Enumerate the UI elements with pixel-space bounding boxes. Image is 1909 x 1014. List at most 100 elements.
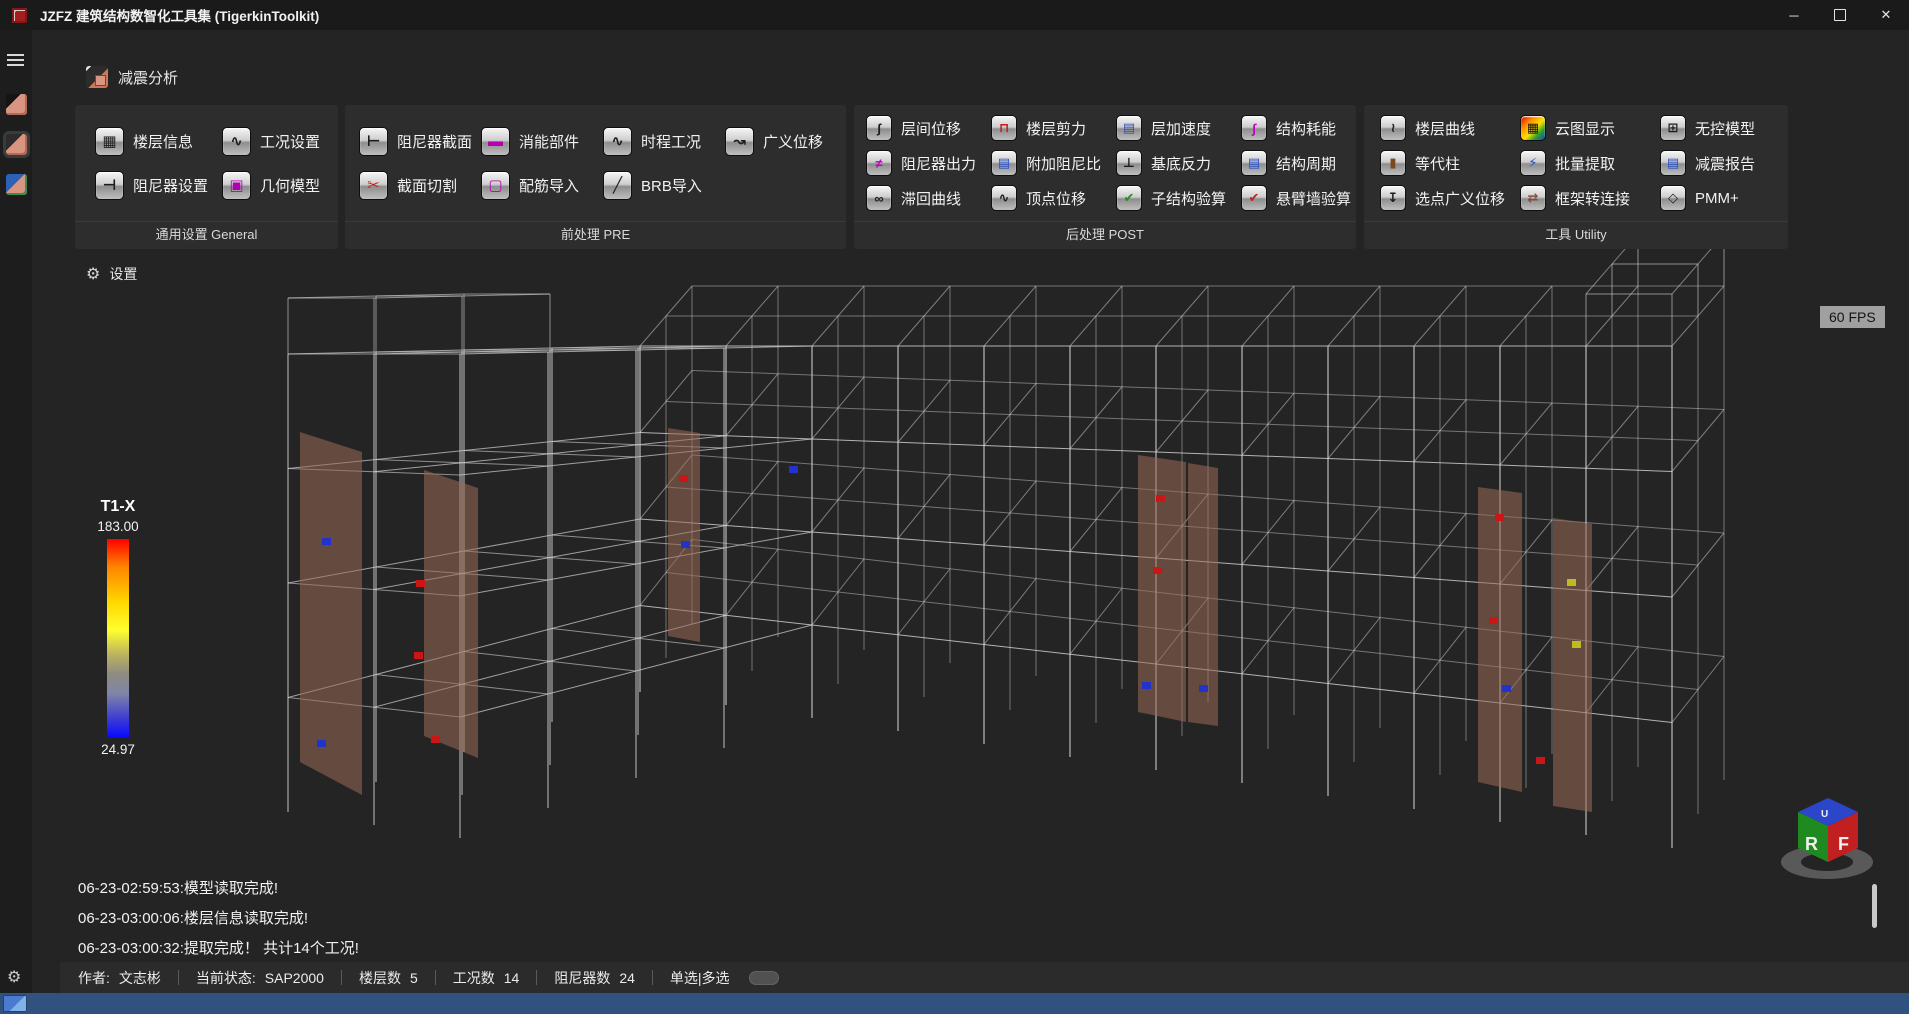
pmm-plus-button[interactable]: ◇PMM+	[1660, 185, 1800, 211]
geometry-model-label: 几何模型	[260, 175, 320, 196]
menu-icon[interactable]	[7, 54, 24, 66]
statusbar-author-value: 文志彬	[119, 968, 161, 988]
close-button[interactable]: ✕	[1863, 0, 1909, 30]
damper-marker-blue	[789, 466, 798, 473]
pmm-plus-label: PMM+	[1695, 190, 1739, 207]
geometry-model-button[interactable]: ▣几何模型	[222, 171, 349, 200]
app-damper-icon[interactable]	[6, 94, 27, 115]
ribbon-group-title: 通用设置 General	[75, 221, 338, 249]
legend-min-value: 24.97	[84, 742, 152, 757]
energy-parts-button[interactable]: ▬消能部件	[481, 127, 603, 156]
equivalent-column-button[interactable]: ▮等代柱	[1380, 150, 1520, 176]
rf-logo-letter: F	[1838, 834, 1849, 854]
section-cut-button[interactable]: ✂截面切割	[359, 171, 481, 200]
load-case-settings-icon: ∿	[222, 127, 251, 156]
equivalent-column-icon: ▮	[1380, 150, 1406, 176]
minimize-button[interactable]: ─	[1771, 0, 1817, 30]
statusbar-divider	[536, 970, 537, 985]
rf-logo-letter: U	[1821, 809, 1828, 820]
time-history-case-button[interactable]: ∿时程工况	[603, 127, 725, 156]
app-window: RFU JZFZ 建筑结构数智化工具集 (TigerkinToolkit) ─ …	[0, 0, 1909, 1014]
settings-button[interactable]: ⚙ 设置	[86, 264, 137, 284]
damper-section-button[interactable]: ⊢阻尼器截面	[359, 127, 481, 156]
damper-marker-red	[679, 475, 688, 482]
roof-displacement-button[interactable]: ∿顶点位移	[991, 185, 1116, 211]
maximize-button[interactable]	[1817, 0, 1863, 30]
rebar-import-button[interactable]: ▢配筋导入	[481, 171, 603, 200]
damper-output-button[interactable]: ≠阻尼器出力	[866, 150, 991, 176]
damping-analysis-icon	[86, 66, 108, 88]
substructure-check-label: 子结构验算	[1151, 188, 1226, 209]
floor-curve-button[interactable]: ≀ 楼层曲线	[1380, 115, 1520, 141]
brb-import-label: BRB导入	[641, 175, 702, 196]
settings-label: 设置	[109, 264, 137, 284]
cantilever-wall-check-icon: ✔	[1241, 185, 1267, 211]
damper-marker-yellow	[1567, 579, 1576, 586]
generalized-disp-label: 广义位移	[763, 131, 823, 152]
substructure-check-button[interactable]: ✔ 子结构验算	[1116, 185, 1241, 211]
hysteresis-curve-icon: ∞	[866, 185, 892, 211]
gear-icon: ⚙	[86, 264, 100, 284]
structure-period-button[interactable]: ▤结构周期	[1241, 150, 1366, 176]
pick-generalized-disp-label: 选点广义位移	[1415, 188, 1505, 209]
pick-generalized-disp-button[interactable]: ↧选点广义位移	[1380, 185, 1520, 211]
hysteresis-curve-button[interactable]: ∞滞回曲线	[866, 185, 991, 211]
cantilever-wall-check-button[interactable]: ✔悬臂墙验算	[1241, 185, 1366, 211]
taskbar-strip	[0, 993, 1909, 1014]
damper-settings-button[interactable]: ⊣阻尼器设置	[95, 171, 222, 200]
title-bar: JZFZ 建筑结构数智化工具集 (TigerkinToolkit) ─ ✕	[0, 0, 1909, 30]
ribbon-group-title: 前处理 PRE	[345, 221, 846, 249]
taskbar-app-icon[interactable]	[3, 995, 27, 1012]
damper-marker-red	[414, 652, 423, 659]
statusbar-divider	[652, 970, 653, 985]
app-globe-icon[interactable]	[6, 174, 27, 195]
story-shear-button[interactable]: ⊓ 楼层剪力	[991, 115, 1116, 141]
selection-mode-toggle[interactable]	[749, 971, 779, 985]
statusbar-current-state-value: SAP2000	[265, 970, 324, 986]
damper-marker-red	[1536, 757, 1545, 764]
time-history-case-icon: ∿	[603, 127, 632, 156]
contour-display-button[interactable]: ▦云图显示	[1520, 115, 1660, 141]
selection-mode-label: 单选|多选	[670, 968, 730, 988]
ribbon-group-title: 工具 Utility	[1364, 221, 1788, 249]
damping-report-button[interactable]: ▤减震报告	[1660, 150, 1800, 176]
wall-panel	[1478, 487, 1522, 792]
tab-damping-analysis[interactable]: 减震分析	[86, 66, 178, 88]
settings-gear-icon[interactable]: ⚙	[7, 967, 21, 987]
story-drift-label: 层间位移	[901, 118, 961, 139]
app-analysis-icon[interactable]	[6, 134, 27, 155]
statusbar-floor-count-value: 5	[410, 970, 418, 986]
section-cut-label: 截面切割	[397, 175, 457, 196]
frame-to-link-button[interactable]: ⇄框架转连接	[1520, 185, 1660, 211]
load-case-settings-button[interactable]: ∿工况设置	[222, 127, 349, 156]
damper-output-label: 阻尼器出力	[901, 153, 976, 174]
floor-curve-label: 楼层曲线	[1415, 118, 1475, 139]
contour-display-label: 云图显示	[1555, 118, 1615, 139]
story-shear-icon: ⊓	[991, 115, 1017, 141]
story-acceleration-label: 层加速度	[1151, 118, 1211, 139]
substructure-check-icon: ✔	[1116, 185, 1142, 211]
base-reaction-button[interactable]: ⊥基底反力	[1116, 150, 1241, 176]
uncontrolled-model-icon: ⊞	[1660, 115, 1686, 141]
frame-to-link-icon: ⇄	[1520, 185, 1546, 211]
brb-import-button[interactable]: ╱BRB导入	[603, 171, 725, 200]
floor-info-button[interactable]: ▦楼层信息	[95, 127, 222, 156]
story-acceleration-button[interactable]: ▤层加速度	[1116, 115, 1241, 141]
wall-panel	[424, 470, 478, 758]
fps-badge: 60 FPS	[1820, 306, 1885, 328]
window-title: JZFZ 建筑结构数智化工具集 (TigerkinToolkit)	[40, 5, 319, 25]
damper-marker-yellow	[1572, 641, 1581, 648]
damper-marker-blue	[322, 538, 331, 545]
batch-extract-button[interactable]: ⚡批量提取	[1520, 150, 1660, 176]
log-line: 06-23-03:00:32:提取完成！ 共计14个工况!	[78, 934, 359, 964]
story-shear-label: 楼层剪力	[1026, 118, 1086, 139]
story-drift-button[interactable]: ʃ 层间位移	[866, 115, 991, 141]
added-damping-ratio-button[interactable]: ▤附加阻尼比	[991, 150, 1116, 176]
scrollbar-thumb[interactable]	[1872, 884, 1877, 928]
floor-curve-icon: ≀	[1380, 115, 1406, 141]
energy-dissipation-button[interactable]: ∫结构耗能	[1241, 115, 1366, 141]
story-drift-icon: ʃ	[866, 115, 892, 141]
damper-marker-red	[1495, 514, 1504, 521]
generalized-disp-button[interactable]: ↝广义位移	[725, 127, 847, 156]
uncontrolled-model-button[interactable]: ⊞无控模型	[1660, 115, 1800, 141]
